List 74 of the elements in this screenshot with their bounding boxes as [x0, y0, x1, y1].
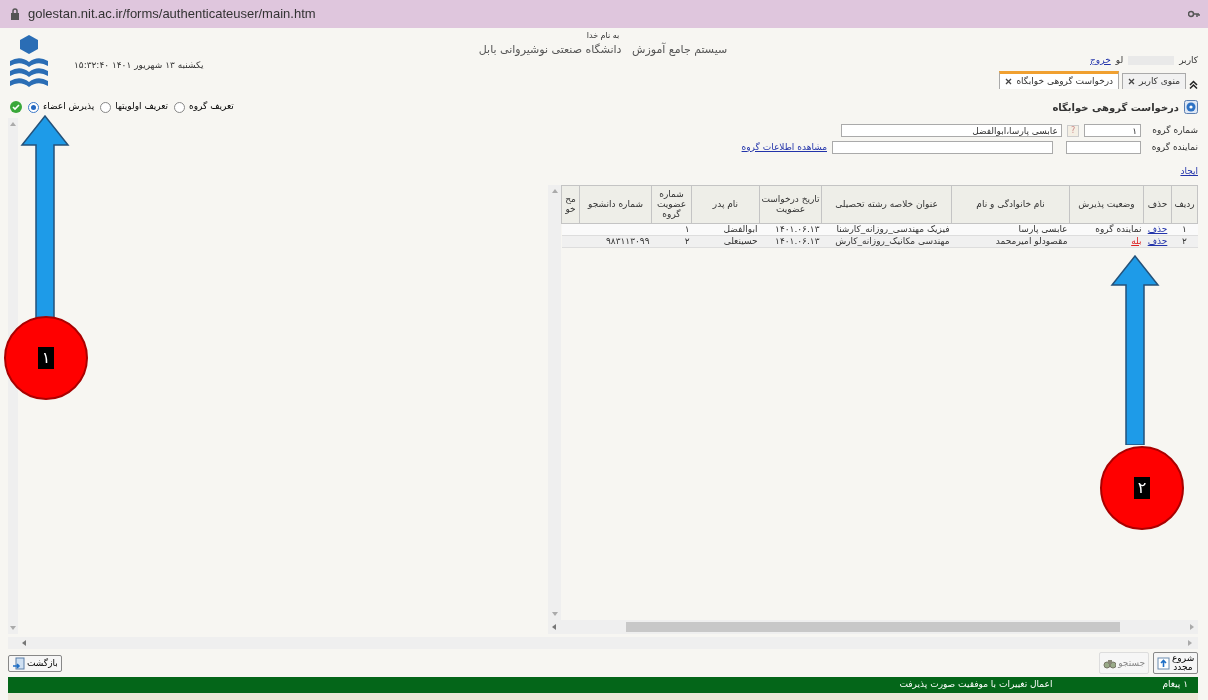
representative-name-field[interactable] — [832, 140, 1053, 154]
scroll-right-icon[interactable] — [1188, 640, 1192, 646]
scroll-left-icon[interactable] — [552, 624, 556, 630]
address-bar-url[interactable]: golestan.nit.ac.ir/forms/authenticateuser/main.htm — [28, 4, 316, 24]
scroll-up-icon[interactable] — [551, 188, 558, 193]
key-icon[interactable] — [1188, 10, 1200, 18]
logout-link[interactable]: خروج — [1090, 54, 1111, 68]
scroll-down-icon[interactable] — [551, 612, 558, 616]
table-cell: ۹۸۳۱۱۳۰۹۹ — [606, 235, 650, 247]
column-header: ردیف — [1171, 185, 1198, 223]
close-icon[interactable] — [1128, 77, 1136, 85]
column-header: مح خو — [561, 185, 580, 223]
table-cell: ۲ — [684, 235, 690, 247]
restart-icon — [1157, 656, 1170, 670]
table-cell: حسینعلی — [723, 235, 758, 247]
back-icon — [12, 656, 25, 670]
number-marker: ۱ — [4, 316, 88, 400]
date-time: ۱۵:۳۲:۴۰ یکشنبه ۱۳ شهریور ۱۴۰۱ — [74, 59, 204, 73]
create-link[interactable]: ایجاد — [1180, 165, 1198, 179]
vertical-scrollbar[interactable] — [8, 118, 18, 634]
check-icon[interactable] — [10, 101, 22, 113]
column-header: تاریخ درخواست عضویت — [759, 185, 822, 223]
column-header: شماره دانشجو — [579, 185, 652, 223]
vertical-scrollbar[interactable] — [548, 184, 561, 620]
collapse-icon[interactable] — [1189, 80, 1198, 89]
table-cell: مهندسی مکانیک_روزانه_کارش — [835, 235, 950, 247]
header-blessing: به نام خدا — [585, 30, 621, 42]
view-group-link[interactable]: مشاهده اطلاعات گروه — [741, 140, 827, 154]
table-cell: ۱۴۰۱.۰۶.۱۳ — [775, 235, 820, 247]
horizontal-scrollbar[interactable] — [548, 620, 1198, 634]
page-heading: درخواست گروهی خوابگاه — [1052, 100, 1179, 115]
status-message: اعمال تغییرات با موفقیت صورت پذیرفت — [899, 678, 1053, 692]
mode-radio[interactable]: تعریف گروه — [174, 100, 234, 114]
table-cell: فیزیک مهندسی_روزانه_کارشنا — [836, 223, 950, 235]
column-header: حذف — [1143, 185, 1172, 223]
field-label: شماره گروه — [1151, 124, 1198, 137]
horizontal-scrollbar[interactable] — [8, 637, 1198, 649]
table-cell: ابوالفضل — [723, 223, 758, 235]
column-header: نام پدر — [691, 185, 760, 223]
restart-button[interactable]: شروع مجدد — [1153, 652, 1198, 674]
scrollbar-thumb[interactable] — [626, 622, 1120, 632]
scroll-left-icon[interactable] — [22, 640, 26, 646]
members-field[interactable]: عابسی پارسا،ابوالفضل — [841, 124, 1062, 138]
user-label: کاربر — [1179, 54, 1198, 67]
mode-radio[interactable]: تعریف اولویتها — [100, 100, 169, 114]
mode-radio[interactable]: پذیرش اعضاء — [28, 100, 95, 114]
representative-field[interactable] — [1066, 140, 1141, 154]
message-count: ۱ پیغام — [1162, 678, 1188, 692]
status-link[interactable]: بله — [1131, 235, 1142, 247]
table-cell: عابسی پارسا — [1018, 223, 1068, 235]
table-cell: نماینده گروه — [1095, 223, 1142, 235]
back-button[interactable]: بازگشت — [8, 654, 62, 672]
tab[interactable]: درخواست گروهی خوابگاه — [999, 70, 1120, 89]
user-name: لو — [1115, 54, 1124, 67]
table-cell: ۲ — [1182, 235, 1187, 247]
column-header: نام خانوادگی و نام — [951, 185, 1070, 223]
tab[interactable]: منوی کاربر — [1122, 72, 1186, 89]
column-header: شماره عضویت گروه — [651, 185, 692, 223]
field-label: نماینده گروه — [1150, 140, 1198, 154]
table-cell: ۱ — [684, 223, 690, 235]
column-header: عنوان خلاصه رشته تحصیلی — [821, 185, 952, 223]
lock-icon — [10, 8, 20, 20]
close-icon[interactable] — [1005, 77, 1013, 85]
scroll-down-icon[interactable] — [10, 626, 16, 630]
number-marker: ۲ — [1100, 446, 1184, 530]
table-cell: ۱۴۰۱.۰۶.۱۳ — [775, 223, 820, 235]
scroll-up-icon[interactable] — [10, 122, 16, 126]
group-number-field[interactable]: ۱ — [1084, 124, 1141, 138]
scroll-right-icon[interactable] — [1190, 624, 1194, 630]
system-title: سیستم جامع آموزش دانشگاه صنعتی نوشیروانی بابل — [478, 42, 728, 58]
help-icon[interactable] — [1184, 100, 1198, 114]
column-header: وضعیت پذیرش — [1069, 185, 1144, 223]
table-cell: ۱ — [1182, 223, 1187, 235]
table-cell: مقصودلو امیرمحمد — [995, 235, 1068, 247]
